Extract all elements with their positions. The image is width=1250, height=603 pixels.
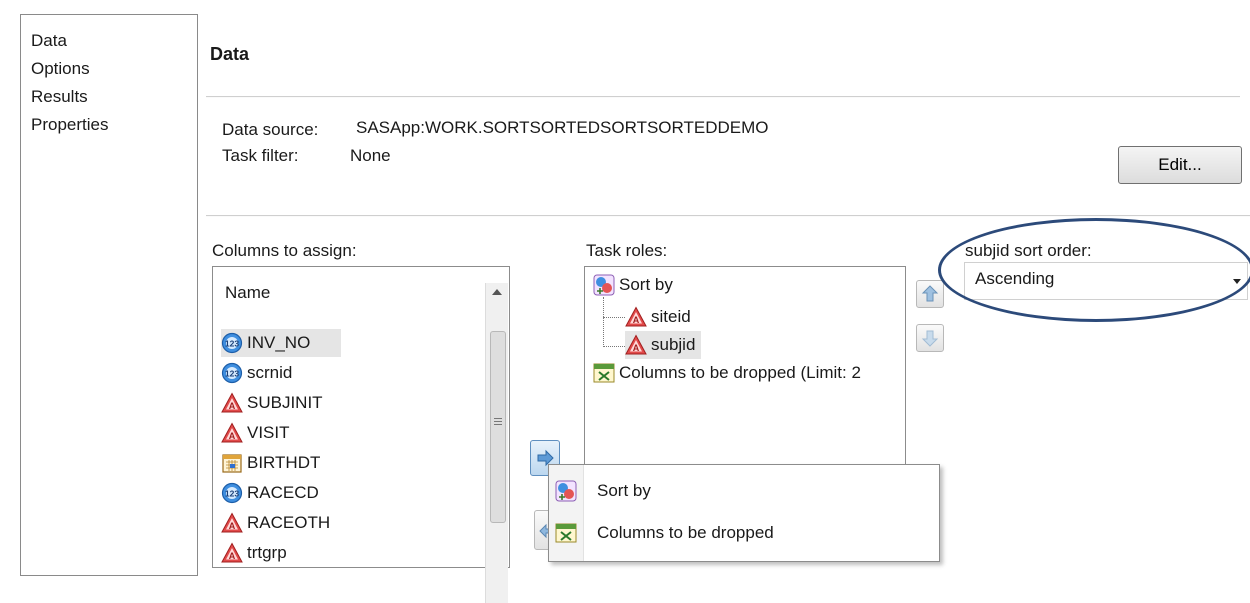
date-icon (221, 452, 243, 474)
menu-item-columns-dropped[interactable]: Columns to be dropped (549, 513, 939, 553)
tree-item-label: subjid (651, 335, 696, 354)
menu-item-sort-by[interactable]: Sort by (549, 471, 939, 511)
list-item[interactable]: BIRTHDT (221, 449, 320, 477)
list-item[interactable]: SUBJINIT (221, 389, 323, 417)
role-label: Sort by (619, 275, 673, 294)
task-filter-label: Task filter: (222, 146, 299, 165)
nav-item-options[interactable]: Options (31, 59, 90, 79)
tree-item-label: siteid (651, 307, 691, 326)
columns-dropped-icon (555, 522, 577, 544)
role-context-menu: Sort by Columns to be dropped (548, 464, 940, 562)
scroll-up-arrow-icon[interactable] (492, 289, 502, 295)
sort-by-icon (593, 274, 615, 296)
column-name: scrnid (247, 363, 293, 382)
column-name: RACECD (247, 483, 319, 502)
name-column-header[interactable]: Name (213, 267, 485, 323)
character-icon (221, 542, 243, 564)
column-name: VISIT (247, 423, 290, 442)
arrow-down-icon (921, 330, 939, 347)
numeric-icon (221, 332, 243, 354)
task-roles-tree[interactable]: Sort by siteid subjid Columns to be drop… (584, 266, 906, 476)
scroll-thumb[interactable] (490, 331, 506, 523)
character-icon (221, 512, 243, 534)
columns-listbox[interactable]: Name INV_NO scrnid SUBJINIT VISIT BIRTHD… (212, 266, 510, 603)
name-header-label: Name (225, 283, 271, 302)
column-name: INV_NO (247, 333, 311, 352)
data-source-value: SASApp:WORK.SORTSORTEDSORTSORTEDDEMO (356, 118, 769, 137)
page-title: Data (210, 44, 250, 64)
move-up-button[interactable] (916, 280, 944, 308)
role-columns-dropped[interactable]: Columns to be dropped (Limit: 2 (593, 359, 861, 387)
column-name: BIRTHDT (247, 453, 321, 472)
menu-item-label: Sort by (597, 481, 651, 500)
column-name: trtgrp (247, 543, 287, 562)
section-divider (206, 215, 1250, 217)
tree-item[interactable]: subjid (625, 331, 702, 359)
column-name: RACEOTH (247, 513, 331, 532)
tree-item[interactable]: siteid (625, 303, 691, 331)
list-item[interactable]: RACEOTH (221, 509, 330, 537)
numeric-icon (221, 482, 243, 504)
column-name: SUBJINIT (247, 393, 323, 412)
task-roles-label: Task roles: (586, 241, 668, 260)
nav-item-properties[interactable]: Properties (31, 115, 108, 135)
title-divider (206, 96, 1240, 98)
nav-item-results[interactable]: Results (31, 87, 88, 107)
nav-item-data[interactable]: Data (31, 31, 67, 51)
sort-by-icon (555, 480, 577, 502)
columns-scrollbar[interactable] (485, 283, 508, 603)
tree-line (603, 317, 625, 318)
highlight-ellipse (938, 218, 1250, 322)
numeric-icon (221, 362, 243, 384)
arrow-up-icon (921, 285, 939, 302)
columns-dropped-icon (593, 362, 615, 384)
character-icon (625, 306, 647, 328)
section-nav: Data Options Results Properties (20, 14, 198, 576)
character-icon (625, 334, 647, 356)
character-icon (221, 422, 243, 444)
list-item[interactable]: RACECD (221, 479, 319, 507)
columns-to-assign-label: Columns to assign: (212, 241, 357, 260)
list-item[interactable]: scrnid (221, 359, 292, 387)
task-filter-value: None (350, 146, 391, 165)
move-down-button[interactable] (916, 324, 944, 352)
list-item[interactable]: INV_NO (221, 329, 341, 357)
role-sort-by[interactable]: Sort by (593, 271, 673, 299)
list-item[interactable]: trtgrp (221, 539, 287, 567)
role-label: Columns to be dropped (Limit: 2 (619, 363, 861, 382)
data-source-label: Data source: (222, 120, 319, 139)
tree-line (603, 297, 604, 347)
tree-line (603, 346, 625, 347)
edit-button[interactable]: Edit... (1118, 146, 1242, 184)
character-icon (221, 392, 243, 414)
grip-icon (494, 418, 502, 419)
menu-item-label: Columns to be dropped (597, 523, 774, 542)
list-item[interactable]: VISIT (221, 419, 290, 447)
